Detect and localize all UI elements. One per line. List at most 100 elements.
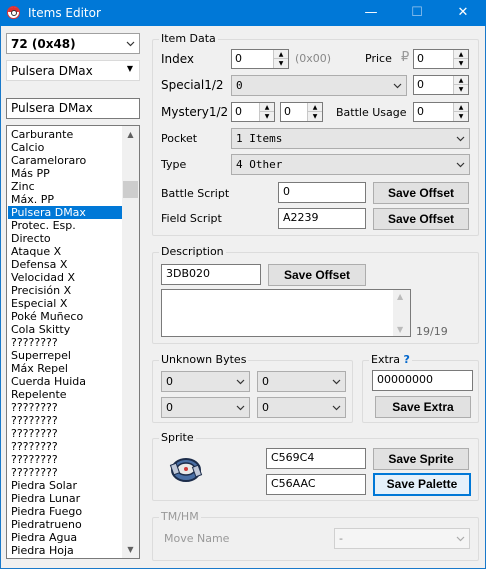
currency-icon: ₽ [401, 50, 410, 65]
list-item[interactable]: ???????? [8, 466, 123, 479]
list-item[interactable]: ???????? [8, 336, 123, 349]
save-battle-script-button[interactable]: Save Offset [373, 182, 469, 204]
spin-down-icon[interactable]: ▼ [308, 112, 322, 121]
list-item[interactable]: Poké Muñeco [8, 310, 123, 323]
index-spinner[interactable]: 0 ▲ ▼ [231, 49, 289, 69]
item-type-dropdown[interactable]: Pulsera DMax ▼ [6, 60, 140, 81]
help-icon[interactable]: ? [404, 353, 410, 366]
spin-up-icon[interactable]: ▲ [454, 103, 468, 112]
scroll-thumb[interactable] [123, 181, 138, 198]
unknown-byte-4-value: 0 [262, 401, 269, 414]
list-item[interactable]: Más PP [8, 167, 123, 180]
chevron-down-icon [236, 405, 245, 411]
list-item[interactable]: Especial X [8, 297, 123, 310]
unknown-byte-2-dropdown[interactable]: 0 [257, 371, 346, 392]
list-item[interactable]: Máx. PP [8, 193, 123, 206]
scroll-up-icon[interactable]: ▲ [397, 292, 403, 301]
unknown-byte-3-dropdown[interactable]: 0 [161, 397, 250, 418]
list-item[interactable]: Defensa X [8, 258, 123, 271]
close-button[interactable]: ✕ [440, 0, 486, 26]
tmhm-label: TM/HM [159, 510, 201, 523]
save-extra-button[interactable]: Save Extra [375, 396, 471, 418]
mystery2-spinner[interactable]: 0 ▲ ▼ [280, 102, 323, 122]
type-dropdown[interactable]: 4 Other [231, 154, 470, 175]
maximize-button[interactable]: ☐ [394, 0, 440, 26]
chevron-down-icon [332, 405, 341, 411]
list-item[interactable]: Cola Skitty [8, 323, 123, 336]
list-item[interactable]: ???????? [8, 414, 123, 427]
scroll-up-icon[interactable]: ▲ [122, 126, 139, 143]
unknown-bytes-label: Unknown Bytes [159, 353, 249, 366]
battle-script-field[interactable]: 0 [278, 182, 366, 203]
list-item[interactable]: Piedratrueno [8, 518, 123, 531]
spin-down-icon[interactable]: ▼ [454, 59, 468, 68]
spin-up-icon[interactable]: ▲ [308, 103, 322, 112]
sprite-offset-field[interactable]: C569C4 [266, 448, 366, 469]
scroll-down-icon[interactable]: ▼ [397, 325, 403, 334]
list-scrollbar[interactable]: ▲ ▼ [122, 126, 139, 558]
mystery1-spinner[interactable]: 0 ▲ ▼ [231, 102, 275, 122]
item-select-dropdown[interactable]: 72 (0x48) [6, 33, 140, 54]
list-item[interactable]: Carburante [8, 128, 123, 141]
item-sprite-image [169, 458, 203, 482]
list-item[interactable]: Cuerda Huida [8, 375, 123, 388]
list-item[interactable]: Piedra Fuego [8, 505, 123, 518]
list-item[interactable]: Precisión X [8, 284, 123, 297]
save-field-script-button[interactable]: Save Offset [373, 208, 469, 230]
minimize-button[interactable]: — [348, 0, 394, 26]
spin-down-icon[interactable]: ▼ [274, 59, 288, 68]
chevron-down-icon [456, 162, 465, 168]
list-item[interactable]: Directo [8, 232, 123, 245]
list-item[interactable]: Calcio [8, 141, 123, 154]
list-item[interactable]: Máx Repel [8, 362, 123, 375]
spin-down-icon[interactable]: ▼ [454, 112, 468, 121]
pocket-dropdown[interactable]: 1 Items [231, 128, 470, 149]
special-spinner[interactable]: 0 ▲ ▼ [413, 75, 469, 95]
field-script-field[interactable]: A2239 [278, 208, 366, 229]
scroll-down-icon[interactable]: ▼ [122, 541, 139, 558]
spin-up-icon[interactable]: ▲ [260, 103, 274, 112]
special-combo-value: 0 [236, 79, 243, 92]
index-value: 0 [235, 52, 242, 65]
list-item[interactable]: Piedra Lunar [8, 492, 123, 505]
unknown-byte-1-dropdown[interactable]: 0 [161, 371, 250, 392]
list-item[interactable]: ???????? [8, 440, 123, 453]
save-description-button[interactable]: Save Offset [268, 264, 366, 286]
description-textarea[interactable]: ▲ ▼ [161, 289, 411, 337]
list-item[interactable]: Piedra Agua [8, 531, 123, 544]
list-item[interactable]: ???????? [8, 453, 123, 466]
list-item[interactable]: Velocidad X [8, 271, 123, 284]
item-type-value: Pulsera DMax [11, 64, 93, 78]
list-item[interactable]: Protec. Esp. [8, 219, 123, 232]
pocket-value: 1 Items [236, 132, 283, 145]
unknown-byte-1-value: 0 [166, 375, 173, 388]
list-item[interactable]: ???????? [8, 401, 123, 414]
palette-offset-field[interactable]: C56AAC [266, 474, 366, 495]
description-scrollbar[interactable]: ▲ ▼ [393, 290, 410, 336]
list-item[interactable]: Piedra Solar [8, 479, 123, 492]
extra-value-field[interactable]: 00000000 [372, 370, 473, 391]
save-palette-button[interactable]: Save Palette [373, 473, 471, 496]
special-dropdown[interactable]: 0 [231, 75, 407, 96]
price-spinner[interactable]: 0 ▲ ▼ [413, 49, 469, 69]
battle-usage-spinner[interactable]: 0 ▲ ▼ [413, 102, 469, 122]
list-item[interactable]: Repelente [8, 388, 123, 401]
item-name-field[interactable]: Pulsera DMax [6, 98, 140, 119]
spin-up-icon[interactable]: ▲ [454, 50, 468, 59]
list-item[interactable]: Pulsera DMax [8, 206, 123, 219]
move-name-dropdown[interactable]: - [334, 528, 470, 549]
list-item[interactable]: Carameloraro [8, 154, 123, 167]
description-offset-field[interactable]: 3DB020 [161, 264, 261, 285]
list-item[interactable]: Ataque X [8, 245, 123, 258]
list-item[interactable]: Piedra Hoja [8, 544, 123, 557]
save-sprite-button[interactable]: Save Sprite [373, 448, 469, 470]
list-item[interactable]: Superrepel [8, 349, 123, 362]
spin-up-icon[interactable]: ▲ [274, 50, 288, 59]
spin-down-icon[interactable]: ▼ [454, 85, 468, 94]
list-item[interactable]: ???????? [8, 427, 123, 440]
item-list[interactable]: Carburante Calcio Carameloraro Más PP Zinc Má… [6, 125, 140, 559]
list-item[interactable]: Zinc [8, 180, 123, 193]
spin-down-icon[interactable]: ▼ [260, 112, 274, 121]
unknown-byte-4-dropdown[interactable]: 0 [257, 397, 346, 418]
spin-up-icon[interactable]: ▲ [454, 76, 468, 85]
